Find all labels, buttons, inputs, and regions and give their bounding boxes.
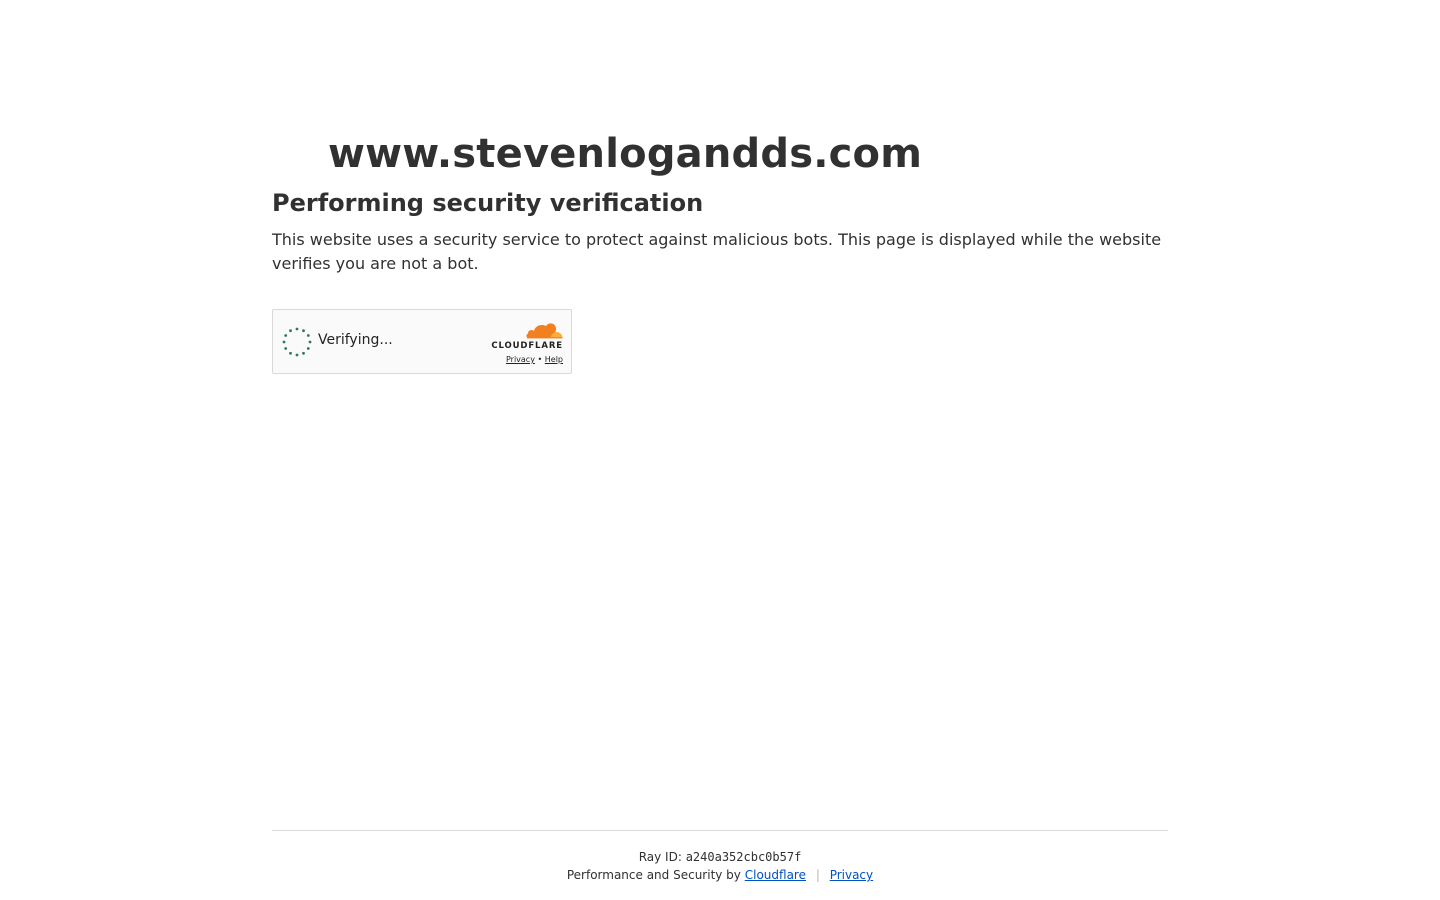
verifying-status: Verifying... xyxy=(318,332,393,348)
spinner-icon xyxy=(282,327,312,357)
main-content: www.stevenlogandds.com Performing securi… xyxy=(272,126,1168,374)
cloudflare-cloud-icon xyxy=(526,323,563,339)
cloudflare-wordmark: CLOUDFLARE xyxy=(491,341,563,351)
cloudflare-link[interactable]: Cloudflare xyxy=(745,868,806,882)
ray-id-value: a240a352cbc0b57f xyxy=(685,850,802,864)
challenge-page: www.stevenlogandds.com Performing securi… xyxy=(0,0,1440,900)
ray-id-label: Ray ID: xyxy=(638,850,682,864)
cloudflare-branding: CLOUDFLARE Privacy • Help xyxy=(483,320,563,364)
site-favicon xyxy=(272,134,328,174)
turnstile-widget[interactable]: Verifying... CLOUDFLARE Privacy • Help xyxy=(272,309,572,374)
footer: Ray ID: a240a352cbc0b57f Performance and… xyxy=(272,830,1168,883)
page-heading: Performing security verification xyxy=(272,189,704,217)
performance-text: Performance and Security by xyxy=(566,868,741,882)
widget-help-link[interactable]: Help xyxy=(545,355,563,364)
widget-link-separator: • xyxy=(537,355,543,364)
performance-line: Performance and Security by Cloudflare |… xyxy=(272,867,1168,883)
footer-privacy-link[interactable]: Privacy xyxy=(830,868,873,882)
page-description: This website uses a security service to … xyxy=(272,230,1162,273)
widget-privacy-link[interactable]: Privacy xyxy=(506,355,535,364)
widget-links: Privacy • Help xyxy=(483,355,563,364)
ray-id-line: Ray ID: a240a352cbc0b57f xyxy=(272,849,1168,865)
site-domain: www.stevenlogandds.com xyxy=(328,131,923,177)
footer-separator: | xyxy=(815,868,820,882)
site-title: www.stevenlogandds.com xyxy=(272,126,1168,182)
